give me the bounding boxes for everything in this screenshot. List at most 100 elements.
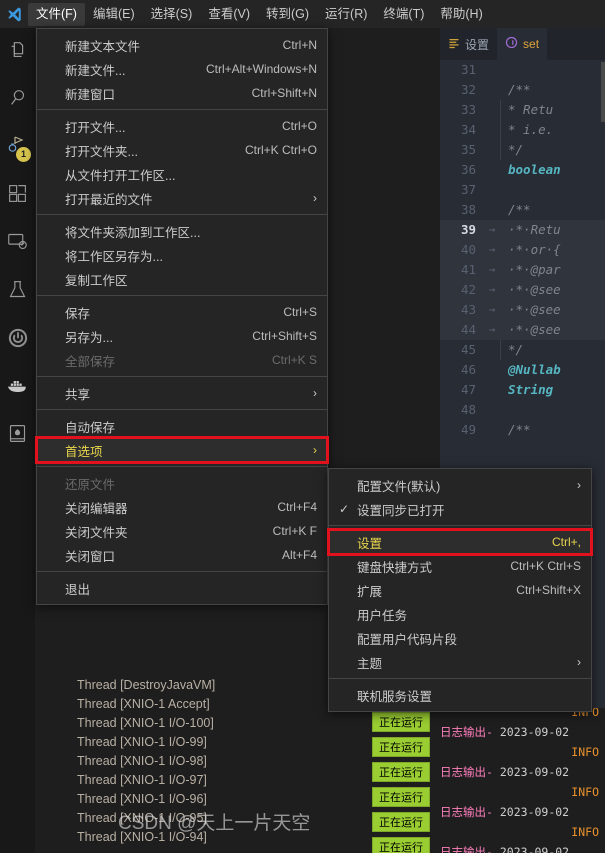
menu-separator [37,466,327,467]
code-line[interactable]: 48 [440,400,605,420]
code-line[interactable]: 45 */ [440,340,605,360]
line-number: 33 [460,102,476,117]
code-line[interactable]: 39 → ·*·Retu [440,220,605,240]
code-line[interactable]: 47 String [440,380,605,400]
menu-item[interactable]: 新建文件... Ctrl+Alt+Windows+N [37,57,327,81]
activity-item-search[interactable] [0,76,35,124]
thread-list-item[interactable]: Thread [DestroyJavaVM] [35,676,320,695]
code-line[interactable]: 42 → ·*·@see [440,280,605,300]
code-text: /** [508,82,531,97]
menu-item[interactable]: 新建文本文件 Ctrl+N [37,33,327,57]
menu-item[interactable]: 关闭编辑器 Ctrl+F4 [37,495,327,519]
menu-item[interactable]: 键盘快捷方式 Ctrl+K Ctrl+S [329,554,591,578]
menu-item: 全部保存 Ctrl+K S [37,348,327,372]
activity-item-testing[interactable] [0,268,35,316]
menu-item[interactable]: 将工作区另存为... [37,243,327,267]
menubar-item-2[interactable]: 选择(S) [143,3,201,26]
code-line[interactable]: 31 [440,60,605,80]
menubar-item-3[interactable]: 查看(V) [200,3,258,26]
menu-item[interactable]: 自动保存 [37,414,327,438]
code-line[interactable]: 33 * Retu [440,100,605,120]
menu-item[interactable]: 主题 › [329,650,591,674]
menu-item[interactable]: 退出 [37,576,327,600]
menu-item-shortcut: Ctrl+K S [271,353,317,367]
code-editor[interactable]: 31 32 /** 33 * Retu 34 * i.e. 35 */ 36 boolean 37 38… [440,60,605,440]
menubar-item-1[interactable]: 编辑(E) [85,3,143,26]
menu-separator [329,525,591,526]
code-line[interactable]: 46 @Nullab [440,360,605,380]
menu-item[interactable]: 保存 Ctrl+S [37,300,327,324]
menu-item-label: 设置 [357,536,383,551]
thread-list-item[interactable]: Thread [XNIO-1 Accept] [35,695,320,714]
thread-list-item[interactable]: Thread [XNIO-1 I/O-97] [35,771,320,790]
thread-list-item[interactable]: Thread [XNIO-1 I/O-100] [35,714,320,733]
menu-item-label: 键盘快捷方式 [357,560,433,575]
code-line[interactable]: 35 */ [440,140,605,160]
line-number: 32 [460,82,476,97]
tab-settings[interactable]: 设置 [440,28,497,60]
menu-item[interactable]: 共享 › [37,381,327,405]
menu-item[interactable]: 配置文件(默认) › [329,473,591,497]
code-line[interactable]: 36 boolean [440,160,605,180]
menu-item[interactable]: 另存为... Ctrl+Shift+S [37,324,327,348]
activity-item-explorer[interactable] [0,28,35,76]
title-bar: 文件(F) 编辑(E) 选择(S) 查看(V) 转到(G) 运行(R) 终端(T) 帮助(H) [0,0,605,28]
thread-list-item[interactable]: Thread [XNIO-1 I/O-99] [35,733,320,752]
activity-item-docker[interactable] [0,364,35,412]
code-text: String [508,382,561,397]
code-line[interactable]: 38 /** [440,200,605,220]
code-text: ·*·Retu [508,222,561,237]
remote-explorer-icon [7,231,28,257]
menu-item[interactable]: 关闭窗口 Alt+F4 [37,543,327,567]
menu-item[interactable]: 打开文件... Ctrl+O [37,114,327,138]
code-line[interactable]: 44 → ·*·@see [440,320,605,340]
activity-bar: 1 [0,28,35,853]
activity-item-spring-book[interactable] [0,412,35,460]
menu-item[interactable]: 首选项 › [35,436,329,464]
fold-indent-arrow-icon: → [488,283,496,296]
menu-item[interactable]: 用户任务 [329,602,591,626]
code-line[interactable]: 43 → ·*·@see [440,300,605,320]
menubar-item-4[interactable]: 转到(G) [258,3,317,26]
menu-item[interactable]: 新建窗口 Ctrl+Shift+N [37,81,327,105]
running-status-badge: 正在运行 [372,837,430,853]
log-output-row: 日志输出- 2023-09-02 [440,722,605,742]
book-spring-icon [7,423,28,449]
menu-item[interactable]: 复制工作区 [37,267,327,291]
menubar-item-6[interactable]: 终端(T) [375,3,432,26]
thread-list-item[interactable]: Thread [XNIO-1 I/O-98] [35,752,320,771]
code-line[interactable]: 32 /** [440,80,605,100]
code-line[interactable]: 41 → ·*·@par [440,260,605,280]
menubar-item-7[interactable]: 帮助(H) [432,3,490,26]
activity-item-remote[interactable] [0,220,35,268]
menu-item[interactable]: 打开最近的文件 › [37,186,327,210]
code-line[interactable]: 49 /** [440,420,605,440]
activity-item-power[interactable] [0,316,35,364]
editor-scrollbar[interactable] [601,62,605,122]
code-line[interactable]: 34 * i.e. [440,120,605,140]
menu-item[interactable]: 配置用户代码片段 [329,626,591,650]
menu-item[interactable]: 联机服务设置 [329,683,591,707]
menubar-item-0[interactable]: 文件(F) [28,2,85,26]
fold-indent-arrow-icon: → [488,323,496,336]
thread-list-item[interactable]: Thread [XNIO-1 I/O-96] [35,790,320,809]
menu-item-shortcut: Ctrl+K Ctrl+S [510,559,581,573]
menu-item[interactable]: 从文件打开工作区... [37,162,327,186]
menu-item[interactable]: 打开文件夹... Ctrl+K Ctrl+O [37,138,327,162]
menu-item[interactable]: 扩展 Ctrl+Shift+X [329,578,591,602]
code-text: @Nullab [508,362,561,377]
menubar-item-5[interactable]: 运行(R) [317,3,375,26]
tab-java-file[interactable]: set [497,28,548,60]
menu-item[interactable]: 设置 Ctrl+, [327,528,593,556]
menu-item[interactable]: 关闭文件夹 Ctrl+K F [37,519,327,543]
activity-item-extensions[interactable] [0,172,35,220]
menu-item-label: 联机服务设置 [357,689,433,704]
settings-list-icon [448,37,460,52]
menu-separator [37,214,327,215]
code-line[interactable]: 40 → ·*·or·{ [440,240,605,260]
code-line[interactable]: 37 [440,180,605,200]
menu-item-label: 全部保存 [65,354,116,369]
menu-item[interactable]: 将文件夹添加到工作区... [37,219,327,243]
menu-item[interactable]: ✓ 设置同步已打开 [329,497,591,521]
activity-item-run-debug[interactable]: 1 [0,124,35,172]
